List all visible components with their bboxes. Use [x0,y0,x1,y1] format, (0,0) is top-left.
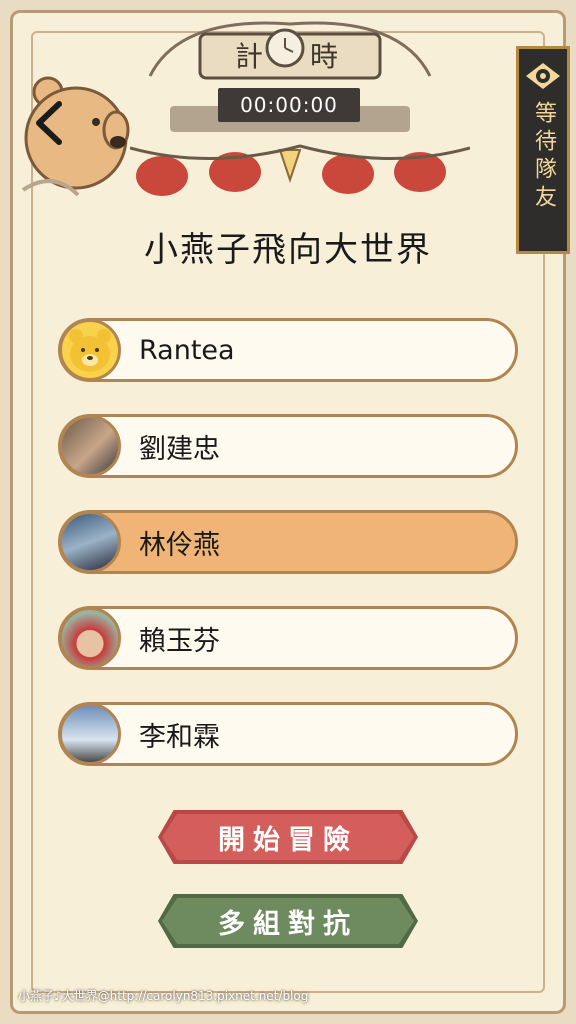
banner-right-char: 時 [310,40,338,73]
lantern-decoration [130,144,470,196]
player-row[interactable]: 劉建忠 [58,414,518,478]
player-list: Rantea 劉建忠 林伶燕 賴玉芬 李和霖 [58,318,518,798]
player-row[interactable]: 賴玉芬 [58,606,518,670]
waiting-teammates-label: 等待隊友 [531,101,556,213]
player-name: 賴玉芬 [139,625,220,657]
photo-avatar [59,607,121,669]
bear-avatar [59,319,121,381]
multi-team-versus-label: 多組對抗 [218,908,358,940]
badge-icon [526,63,560,89]
photo-avatar [59,703,121,765]
player-row-selected[interactable]: 林伶燕 [58,510,518,574]
banner-left-char: 計 [235,40,263,73]
player-row[interactable]: 李和霖 [58,702,518,766]
start-adventure-button[interactable]: 開始冒險 [158,810,418,864]
back-button[interactable] [24,88,74,158]
watermark: 小燕子♪大世界@http://carolyn813.pixnet.net/blo… [18,989,309,1003]
chevron-left-icon [36,101,62,145]
photo-avatar [59,511,121,573]
player-name: 林伶燕 [139,529,220,561]
player-name: 李和霖 [139,721,220,753]
team-title: 小燕子飛向大世界 [144,230,432,270]
player-name: Rantea [139,334,235,366]
multi-team-versus-button[interactable]: 多組對抗 [158,894,418,948]
photo-avatar [59,415,121,477]
timer-display: 00:00:00 [218,88,360,122]
player-row[interactable]: Rantea [58,318,518,382]
player-name: 劉建忠 [139,433,220,465]
banner-ornament: 計 時 [148,21,432,132]
start-adventure-label: 開始冒險 [218,824,358,856]
